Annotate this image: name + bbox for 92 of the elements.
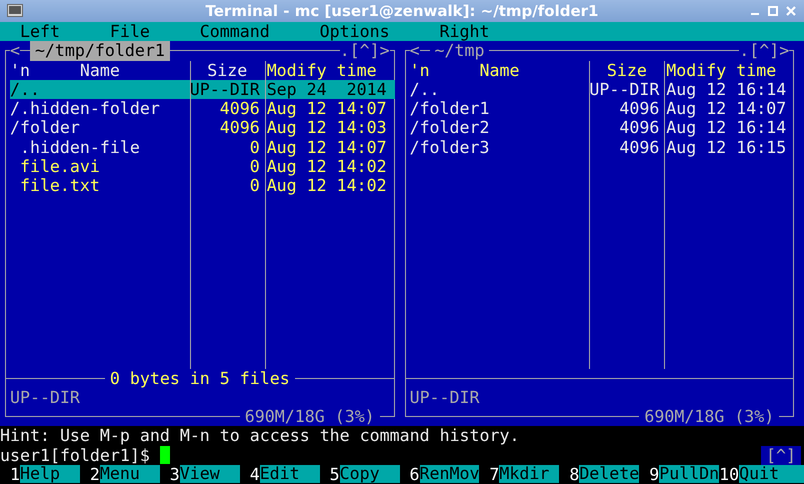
function-key[interactable]: View: [180, 464, 240, 483]
function-key[interactable]: Menu: [100, 464, 160, 483]
file-name: /..: [10, 80, 40, 99]
function-key[interactable]: Mkdir: [499, 464, 560, 483]
function-key[interactable]: RenMov: [420, 464, 480, 483]
command-prompt: user1[folder1]$: [0, 446, 150, 465]
hint-text: Hint: Use M-p and M-n to access the command history.: [0, 426, 520, 446]
file-name: /..: [410, 80, 440, 99]
modify-time: Aug 12 14:07: [666, 99, 786, 118]
function-key[interactable]: Quit: [739, 464, 804, 483]
file-row[interactable]: /folder3 4096 Aug 12 16:15: [410, 138, 794, 157]
file-row[interactable]: /.. UP--DIR Aug 12 16:14: [410, 80, 794, 99]
column-header: Name: [480, 60, 520, 80]
panel-summary: 0 bytes in 5 files: [108, 368, 291, 388]
modify-time: Aug 12 16:14: [666, 118, 786, 138]
file-size: 0: [250, 176, 260, 196]
column-header: Modify time: [266, 60, 377, 80]
file-name: /folder1: [410, 99, 490, 118]
panel-path[interactable]: ~/tmp/folder1: [30, 41, 170, 60]
sort-indicator: 'n: [410, 60, 430, 80]
panel-path[interactable]: ~/tmp: [430, 41, 490, 60]
function-key[interactable]: Edit: [260, 464, 320, 483]
column-header: Size: [207, 60, 248, 80]
key-number: 7: [488, 464, 500, 484]
file-size: 4096: [220, 118, 260, 138]
file-name: /.hidden-folder: [10, 99, 160, 118]
modify-time: Aug 12 14:02: [266, 156, 387, 176]
modify-time: Aug 12 16:15: [666, 138, 786, 157]
menu-item[interactable]: Left: [20, 22, 60, 42]
file-size: UP--DIR: [190, 80, 260, 99]
file-row[interactable]: .hidden-file 0 Aug 12 14:07: [10, 138, 395, 157]
panel-controls[interactable]: .[^]>: [340, 41, 390, 60]
menu-item[interactable]: Right: [440, 22, 490, 42]
file-size: 4096: [619, 138, 660, 157]
file-size: 0: [250, 138, 260, 157]
panel-status: UP--DIR: [410, 388, 480, 407]
column-header: Size: [606, 60, 647, 80]
key-number: 4: [248, 464, 260, 484]
modify-time: Aug 12 14:02: [266, 176, 387, 196]
disk-usage: 690M/18G (3%): [244, 407, 376, 426]
maximize-icon[interactable]: [768, 6, 778, 16]
file-size: UP--DIR: [589, 80, 660, 99]
file-name: .hidden-file: [18, 138, 140, 157]
file-size: 0: [250, 156, 260, 176]
sort-indicator: 'n: [10, 60, 30, 80]
panel-controls[interactable]: .[^]>: [739, 41, 790, 60]
panel-toggle[interactable]: [^]: [761, 446, 802, 465]
key-number: 9: [648, 464, 660, 484]
modify-time: Aug 12 14:03: [266, 118, 387, 138]
key-number: 3: [168, 464, 180, 484]
menu-item[interactable]: Options: [320, 22, 390, 42]
file-name: /folder: [10, 118, 80, 138]
file-name: /folder3: [410, 138, 490, 157]
function-key[interactable]: Help: [20, 464, 80, 483]
column-header: Name: [80, 60, 120, 80]
window-title: Terminal - mc [user1@zenwalk]: ~/tmp/folder1: [206, 2, 598, 20]
panel-status: UP--DIR: [10, 388, 80, 407]
file-row[interactable]: /folder2 4096 Aug 12 16:14: [410, 118, 794, 138]
modify-time: Aug 12 16:14: [666, 80, 786, 99]
key-number: 6: [408, 464, 420, 484]
disk-usage: 690M/18G (3%): [643, 407, 776, 426]
panel-arrow[interactable]: <: [10, 41, 20, 60]
key-number: 5: [328, 464, 340, 484]
modify-time: Aug 12 14:07: [266, 138, 387, 157]
key-number: 10: [719, 464, 740, 484]
function-key[interactable]: Copy: [340, 464, 400, 483]
file-size: 4096: [619, 99, 660, 118]
terminal-icon: [7, 4, 23, 17]
file-name: /folder2: [410, 118, 490, 138]
close-icon[interactable]: [786, 6, 796, 16]
file-size: 4096: [619, 118, 660, 138]
key-number: 1: [8, 464, 20, 484]
column-header: Modify time: [666, 60, 776, 80]
file-size: 4096: [220, 99, 260, 118]
panel-arrow[interactable]: <: [410, 41, 420, 60]
file-row[interactable]: file.txt 0 Aug 12 14:02: [10, 176, 395, 196]
modify-time: Aug 12 14:07: [266, 99, 387, 118]
file-name: file.avi: [18, 156, 100, 176]
file-row[interactable]: /.hidden-folder 4096 Aug 12 14:07: [10, 99, 395, 118]
file-row[interactable]: file.avi 0 Aug 12 14:02: [10, 156, 395, 176]
file-row[interactable]: /.. UP--DIR Sep 24 2014: [10, 80, 395, 99]
function-key[interactable]: PullDn: [659, 464, 720, 483]
text-cursor: [160, 446, 170, 464]
function-key[interactable]: Delete: [579, 464, 640, 483]
key-number: 2: [88, 464, 100, 484]
file-row[interactable]: /folder1 4096 Aug 12 14:07: [410, 99, 794, 118]
menu-item[interactable]: Command: [200, 22, 270, 42]
menu-item[interactable]: File: [110, 22, 150, 42]
file-name: file.txt: [18, 176, 100, 196]
key-number: 8: [568, 464, 580, 484]
modify-time: Sep 24 2014: [266, 80, 387, 99]
file-row[interactable]: /folder 4096 Aug 12 14:03: [10, 118, 395, 138]
